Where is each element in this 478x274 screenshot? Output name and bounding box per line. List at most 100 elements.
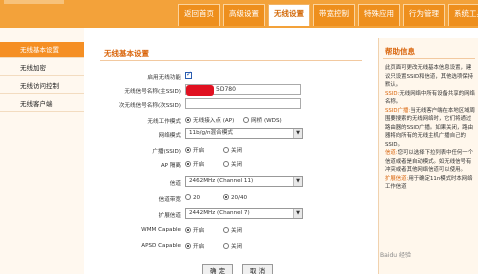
enable-row: 启用无线功能 xyxy=(94,70,364,84)
broadcast-off-label: 关闭 xyxy=(231,148,243,154)
help-channel-text: 您可以选择下拉列表中任何一个信道或者是自动模式。如无线信号有冲突或者其他网络信道… xyxy=(385,150,474,173)
help-ssid-text: 无线网络中所有设备共享的网络名称。 xyxy=(385,90,475,106)
channel-select[interactable]: 2462MHz (Channel 11) ▼ xyxy=(185,176,303,187)
chevron-down-icon: ▼ xyxy=(293,209,302,218)
isolation-row: AP 隔离 开启 关闭 xyxy=(94,158,364,172)
cancel-button[interactable]: 取 消 xyxy=(242,264,274,274)
wmm-label: WMM Capable xyxy=(141,227,181,233)
redaction-mark xyxy=(186,85,214,96)
ssid2-input[interactable] xyxy=(185,98,301,109)
nav-tab[interactable]: 特殊应用 xyxy=(358,4,400,26)
broadcast-on-radio[interactable] xyxy=(185,147,191,153)
wmm-on-radio[interactable] xyxy=(185,227,191,233)
sidebar-item[interactable]: 无线基本设置 xyxy=(0,42,84,58)
mode-ap-option[interactable]: 无线接入点 (AP) xyxy=(185,116,234,124)
isolation-off-label: 关闭 xyxy=(231,162,243,168)
page-title: 无线基本设置 xyxy=(104,49,149,58)
mode-label: 无线工作模式 xyxy=(147,119,181,125)
apsd-on-label: 开启 xyxy=(193,244,205,250)
nav-tab[interactable]: 返回首页 xyxy=(178,4,220,26)
isolation-on-label: 开启 xyxy=(193,162,205,168)
bandwidth-label: 信道带宽 xyxy=(158,197,181,203)
sidebar-item[interactable]: 无线客户端 xyxy=(0,96,84,112)
brand-logo xyxy=(4,0,64,4)
mode-ap-label: 无线接入点 (AP) xyxy=(193,118,235,124)
help-extchannel-key: 扩展信道: xyxy=(385,175,409,182)
bandwidth-2040-option[interactable]: 20/40 xyxy=(223,194,247,201)
apsd-off-radio[interactable] xyxy=(223,243,229,249)
wmm-on-label: 开启 xyxy=(193,228,205,234)
netmode-row: 网络模式 11b/g/n混合模式 ▼ xyxy=(94,128,364,142)
mode-row: 无线工作模式 无线接入点 (AP) 网桥 (WDS) xyxy=(94,114,364,128)
ssid2-row: 次无线信号名称(次SSID) xyxy=(94,98,364,112)
help-panel: 帮助信息 此页面可更改无线基本信息设置，建议只设置SSID和信道，其他选项保持默… xyxy=(378,38,478,274)
isolation-label: AP 隔离 xyxy=(160,163,181,169)
wmm-off-option[interactable]: 关闭 xyxy=(223,226,242,234)
chevron-down-icon: ▼ xyxy=(293,177,302,186)
help-broadcast-key: SSID广播: xyxy=(385,107,411,114)
chevron-down-icon: ▼ xyxy=(293,129,302,138)
mode-wds-option[interactable]: 网桥 (WDS) xyxy=(243,116,282,124)
ssid2-label: 次无线信号名称(次SSID) xyxy=(118,103,181,109)
bandwidth-20-radio[interactable] xyxy=(185,194,191,200)
extchannel-select[interactable]: 2442MHz (Channel 7) ▼ xyxy=(185,208,303,219)
isolation-on-radio[interactable] xyxy=(185,161,191,167)
broadcast-off-option[interactable]: 关闭 xyxy=(223,146,242,154)
help-divider xyxy=(383,58,475,59)
wmm-off-radio[interactable] xyxy=(223,227,229,233)
main-nav: 返回首页高级设置无线设置带宽控制特殊应用行为管理系统工具 xyxy=(178,4,478,26)
apsd-on-option[interactable]: 开启 xyxy=(185,242,204,250)
extchannel-value: 2442MHz (Channel 7) xyxy=(189,210,250,216)
enable-label: 启用无线功能 xyxy=(147,75,181,81)
sidebar-item[interactable]: 无线访问控制 xyxy=(0,78,84,94)
bandwidth-2040-label: 20/40 xyxy=(231,195,248,201)
netmode-value: 11b/g/n混合模式 xyxy=(189,130,233,136)
help-title: 帮助信息 xyxy=(385,47,415,56)
bandwidth-row: 信道带宽 20 20/40 xyxy=(94,192,364,206)
help-text: 此页面可更改无线基本信息设置，建议只设置SSID和信道，其他选项保持默认。 SS… xyxy=(385,64,475,192)
broadcast-on-option[interactable]: 开启 xyxy=(185,146,204,154)
help-channel-key: 信道: xyxy=(385,150,398,156)
nav-tab[interactable]: 无线设置 xyxy=(268,4,310,26)
ssid-label: 无线信号名称(主SSID) xyxy=(124,89,181,95)
ssid-input[interactable]: 5D780 xyxy=(185,84,301,96)
wmm-row: WMM Capable 开启 关闭 xyxy=(94,224,364,238)
ok-button[interactable]: 确 定 xyxy=(202,264,234,274)
broadcast-off-radio[interactable] xyxy=(223,147,229,153)
nav-tab[interactable]: 高级设置 xyxy=(223,4,265,26)
extchannel-row: 扩展信道 2442MHz (Channel 7) ▼ xyxy=(94,208,364,222)
wmm-on-option[interactable]: 开启 xyxy=(185,226,204,234)
nav-tab[interactable]: 行为管理 xyxy=(403,4,445,26)
help-intro: 此页面可更改无线基本信息设置，建议只设置SSID和信道，其他选项保持默认。 xyxy=(385,65,474,88)
mode-ap-radio[interactable] xyxy=(185,117,191,123)
apsd-off-label: 关闭 xyxy=(231,244,243,250)
nav-tab[interactable]: 系统工具 xyxy=(448,4,478,26)
broadcast-row: 广播(SSID) 开启 关闭 xyxy=(94,144,364,158)
netmode-select[interactable]: 11b/g/n混合模式 ▼ xyxy=(185,128,303,139)
nav-tab[interactable]: 带宽控制 xyxy=(313,4,355,26)
bandwidth-20-option[interactable]: 20 xyxy=(185,194,200,201)
apsd-row: APSD Capable 开启 关闭 xyxy=(94,240,364,254)
mode-wds-label: 网桥 (WDS) xyxy=(251,118,282,124)
bandwidth-2040-radio[interactable] xyxy=(223,194,229,200)
help-ssid-key: SSID: xyxy=(385,90,400,97)
main-content: 无线基本设置 启用无线功能 无线信号名称(主SSID) 5D780 次无线信号名… xyxy=(94,38,364,274)
mode-wds-radio[interactable] xyxy=(243,117,249,123)
channel-label: 信道 xyxy=(169,181,181,187)
wmm-off-label: 关闭 xyxy=(231,228,243,234)
sidebar-item[interactable]: 无线加密 xyxy=(0,60,84,76)
bandwidth-20-label: 20 xyxy=(193,195,201,201)
netmode-label: 网络模式 xyxy=(158,133,181,139)
broadcast-label: 广播(SSID) xyxy=(152,149,181,155)
title-divider xyxy=(100,60,362,61)
ssid-value: 5D780 xyxy=(216,86,236,93)
ssid-row: 无线信号名称(主SSID) 5D780 xyxy=(94,84,364,98)
isolation-off-radio[interactable] xyxy=(223,161,229,167)
channel-row: 信道 2462MHz (Channel 11) ▼ xyxy=(94,176,364,190)
isolation-on-option[interactable]: 开启 xyxy=(185,160,204,168)
channel-value: 2462MHz (Channel 11) xyxy=(189,178,254,184)
apsd-on-radio[interactable] xyxy=(185,243,191,249)
apsd-off-option[interactable]: 关闭 xyxy=(223,242,242,250)
enable-wireless-checkbox[interactable] xyxy=(185,70,192,79)
isolation-off-option[interactable]: 关闭 xyxy=(223,160,242,168)
